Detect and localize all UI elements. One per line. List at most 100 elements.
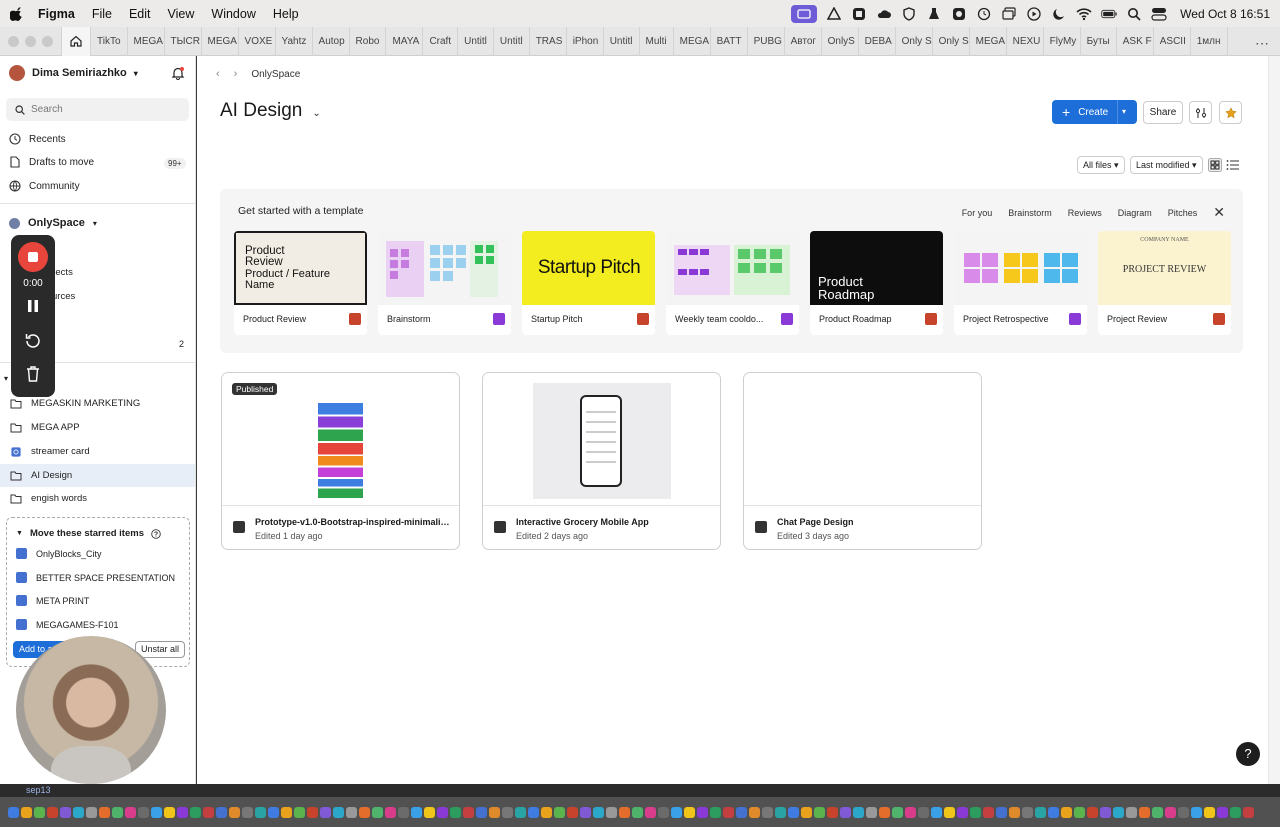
sort-dropdown[interactable]: Last modified ▾ — [1130, 156, 1203, 174]
shield-icon[interactable] — [901, 6, 917, 22]
wifi-icon[interactable] — [1076, 6, 1092, 22]
file-tab[interactable]: Untitl — [458, 26, 494, 56]
stop-recording-button[interactable] — [18, 242, 48, 272]
dock-app-icon[interactable] — [125, 806, 136, 818]
dock-app-icon[interactable] — [203, 806, 214, 818]
dock-app-icon[interactable] — [684, 806, 695, 818]
dock-app-icon[interactable] — [775, 806, 786, 818]
dock-app-icon[interactable] — [853, 806, 864, 818]
file-tab[interactable]: MEGA — [674, 26, 711, 56]
dock-app-icon[interactable] — [1243, 806, 1254, 818]
back-arrow-icon[interactable]: ‹ — [216, 68, 220, 80]
pause-icon[interactable] — [27, 299, 39, 313]
file-tab[interactable]: DEBA — [859, 26, 896, 56]
dock-app-icon[interactable] — [944, 806, 955, 818]
dock-app-icon[interactable] — [788, 806, 799, 818]
dock-app-icon[interactable] — [710, 806, 721, 818]
dock-app-icon[interactable] — [86, 806, 97, 818]
starred-item[interactable]: META PRINT — [16, 595, 89, 606]
dock-app-icon[interactable] — [463, 806, 474, 818]
dock-app-icon[interactable] — [177, 806, 188, 818]
folder-streamer-card[interactable]: streamer card — [9, 440, 195, 463]
tab-diagram[interactable]: Diagram — [1118, 208, 1152, 218]
dock-app-icon[interactable] — [1087, 806, 1098, 818]
dock-app-icon[interactable] — [1100, 806, 1111, 818]
dock-app-icon[interactable] — [1022, 806, 1033, 818]
dock-app-icon[interactable] — [827, 806, 838, 818]
home-tab[interactable] — [61, 26, 91, 56]
dock-app-icon[interactable] — [593, 806, 604, 818]
dock-app-icon[interactable] — [47, 806, 58, 818]
grid-view-icon[interactable] — [1208, 158, 1222, 172]
dock-app-icon[interactable] — [8, 806, 19, 818]
dock-app-icon[interactable] — [580, 806, 591, 818]
dock-app-icon[interactable] — [164, 806, 175, 818]
file-card[interactable]: Interactive Grocery Mobile App Edited 2 … — [482, 372, 721, 550]
dock-app-icon[interactable] — [632, 806, 643, 818]
dock-app-icon[interactable] — [1061, 806, 1072, 818]
dock-app-icon[interactable] — [1204, 806, 1215, 818]
dock-app-icon[interactable] — [957, 806, 968, 818]
settings-button[interactable] — [1189, 101, 1212, 124]
dock-app-icon[interactable] — [229, 806, 240, 818]
chip-icon[interactable] — [951, 6, 967, 22]
minimize-window-button[interactable] — [25, 35, 36, 47]
battery-icon[interactable] — [1101, 6, 1117, 22]
dock-app-icon[interactable] — [931, 806, 942, 818]
control-center-icon[interactable] — [1151, 6, 1167, 22]
dock-app-icon[interactable] — [385, 806, 396, 818]
zoom-window-button[interactable] — [42, 35, 53, 47]
dock-app-icon[interactable] — [424, 806, 435, 818]
dock-app-icon[interactable] — [996, 806, 1007, 818]
template-card-weekly-team-cooldown[interactable]: Weekly team cooldo... — [666, 231, 799, 335]
help-button[interactable]: ? — [1236, 742, 1260, 766]
file-tab[interactable]: Only S — [896, 26, 933, 56]
file-tab[interactable]: Автог — [785, 26, 822, 56]
team-switcher[interactable]: OnlySpace ▾ — [9, 217, 97, 229]
dock-app-icon[interactable] — [892, 806, 903, 818]
file-tab[interactable]: Only S — [933, 26, 970, 56]
file-tab[interactable]: MEGA — [128, 26, 165, 56]
dock-app-icon[interactable] — [112, 806, 123, 818]
dock-app-icon[interactable] — [1230, 806, 1241, 818]
dock-app-icon[interactable] — [1152, 806, 1163, 818]
dock-app-icon[interactable] — [1191, 806, 1202, 818]
search-input[interactable]: Search — [6, 98, 189, 121]
dock-app-icon[interactable] — [1165, 806, 1176, 818]
dock-app-icon[interactable] — [450, 806, 461, 818]
moon-icon[interactable] — [1051, 6, 1067, 22]
file-tab[interactable]: BATT — [711, 26, 748, 56]
dock-app-icon[interactable] — [216, 806, 227, 818]
file-tab[interactable]: TRAS — [530, 26, 567, 56]
create-button[interactable]: + Create ▾ — [1052, 100, 1137, 124]
dock-app-icon[interactable] — [1035, 806, 1046, 818]
menu-help[interactable]: Help — [273, 7, 299, 21]
table-app-icon[interactable] — [851, 6, 867, 22]
file-tab[interactable]: iPhon — [567, 26, 604, 56]
dock-app-icon[interactable] — [749, 806, 760, 818]
dock-app-icon[interactable] — [1178, 806, 1189, 818]
file-tab[interactable]: Буты — [1081, 26, 1117, 56]
folder-mega-app[interactable]: MEGA APP — [9, 416, 195, 439]
dock-app-icon[interactable] — [320, 806, 331, 818]
dock-app-icon[interactable] — [658, 806, 669, 818]
dock-app-icon[interactable] — [814, 806, 825, 818]
section-collapse-arrow[interactable]: ▾ — [4, 374, 8, 383]
dock-app-icon[interactable] — [723, 806, 734, 818]
history-icon[interactable] — [976, 6, 992, 22]
dock-app-icon[interactable] — [138, 806, 149, 818]
file-tab[interactable]: TikTo — [91, 26, 128, 56]
file-tab[interactable]: OnlyS — [822, 26, 859, 56]
dock-app-icon[interactable] — [359, 806, 370, 818]
favorite-button[interactable] — [1219, 101, 1242, 124]
dock-app-icon[interactable] — [346, 806, 357, 818]
dock-app-icon[interactable] — [1113, 806, 1124, 818]
template-card-brainstorm[interactable]: Brainstorm — [378, 231, 511, 335]
menu-view[interactable]: View — [168, 7, 195, 21]
dock-app-icon[interactable] — [619, 806, 630, 818]
close-window-button[interactable] — [8, 35, 19, 47]
dock-app-icon[interactable] — [879, 806, 890, 818]
starred-item[interactable]: BETTER SPACE PRESENTATION — [16, 572, 175, 583]
dock-app-icon[interactable] — [983, 806, 994, 818]
tabs-overflow-menu[interactable]: ⋯ — [1255, 35, 1270, 52]
